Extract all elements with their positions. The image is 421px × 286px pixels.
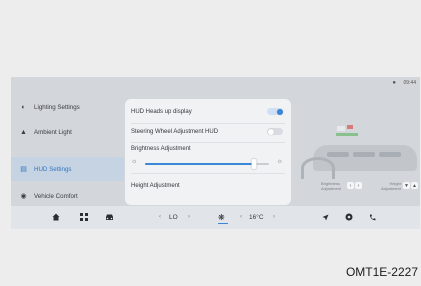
height-adjust-label: Height Adjustment [131, 183, 180, 189]
hud-projection-icon [336, 125, 358, 136]
fan-indicator [218, 223, 228, 224]
preview-brightness-label: Brightness Adjustment [321, 181, 342, 191]
sidebar-item-label: Lighting Settings [34, 103, 80, 111]
brightness-label: Brightness Adjustment [131, 146, 191, 152]
bottom-bar: ‹ LO › ❋ ‹ 16°C › [11, 206, 420, 229]
brightness-decrease-button[interactable]: ‹ [347, 182, 354, 189]
divider [131, 142, 285, 143]
hud-display-label: HUD Heads up display [131, 109, 192, 115]
sidebar-item-lighting-settings[interactable]: ◐ Lighting Settings [11, 95, 124, 119]
steering-wheel-graphic [301, 157, 335, 179]
steering-adjust-row: Steering Wheel Adjustment HUD [131, 128, 283, 135]
brightness-high-icon: ☼ [276, 158, 283, 165]
brightness-increase-button[interactable]: › [355, 182, 362, 189]
home-icon[interactable] [52, 212, 60, 222]
slider-track[interactable] [145, 158, 269, 169]
brightness-slider[interactable]: ☼ ☼ [131, 158, 283, 169]
sidebar-item-label: Ambient Light [34, 128, 72, 136]
hud-icon: ▤ [20, 166, 27, 173]
fan-level: LO [169, 213, 178, 221]
fan-increase-button[interactable]: › [188, 212, 190, 222]
person-icon[interactable]: ● [392, 80, 396, 86]
toggle-knob [267, 128, 274, 135]
status-bar: ● 09:44 [11, 77, 420, 89]
dash-segment [353, 152, 375, 157]
car-icon[interactable] [105, 212, 114, 222]
sidebar-item-vehicle-comfort[interactable]: ◉ Vehicle Comfort [11, 184, 124, 208]
sidebar-item-ambient-light[interactable]: ▲ Ambient Light [11, 120, 124, 144]
hud-settings-panel: HUD Heads up display Steering Wheel Adju… [125, 99, 291, 205]
preview-height-label: Height Adjustment [380, 181, 401, 191]
fan-decrease-button[interactable]: ‹ [159, 212, 161, 222]
hud-display-row: HUD Heads up display [131, 108, 283, 115]
infotainment-screen: ● 09:44 ◐ Lighting Settings ▲ Ambient Li… [11, 77, 420, 229]
sidebar-item-label: HUD Settings [34, 165, 72, 173]
clock: 09:44 [403, 80, 416, 86]
steering-adjust-label: Steering Wheel Adjustment HUD [131, 129, 219, 135]
toggle-knob [276, 108, 283, 115]
navigation-icon[interactable] [322, 212, 329, 222]
temp-increase-button[interactable]: › [273, 212, 275, 222]
figure-code: OMT1E-2227 [345, 265, 418, 279]
sidebar-item-hud-settings[interactable]: ▤ HUD Settings [11, 157, 124, 181]
dash-segment [379, 152, 401, 157]
phone-icon[interactable] [369, 212, 376, 222]
fan-icon[interactable]: ❋ [218, 212, 225, 222]
media-icon[interactable] [345, 212, 353, 222]
hud-display-toggle[interactable] [267, 108, 283, 115]
brightness-low-icon: ☼ [131, 158, 138, 165]
sidebar: ◐ Lighting Settings ▲ Ambient Light ▤ HU… [11, 93, 124, 205]
height-up-button[interactable]: ▲ [411, 182, 418, 189]
temperature: 16°C [249, 213, 264, 221]
hud-preview: Brightness Adjustment ‹ › Height Adjustm… [301, 117, 420, 192]
sidebar-item-label: Vehicle Comfort [34, 192, 78, 200]
ambient-light-icon: ▲ [20, 128, 27, 136]
divider [131, 173, 285, 174]
apps-grid-icon[interactable] [80, 212, 88, 222]
divider [131, 123, 285, 124]
dash-segment [327, 152, 349, 157]
headlight-icon: ◐ [21, 103, 26, 111]
car-comfort-icon: ◉ [20, 193, 27, 200]
temp-decrease-button[interactable]: ‹ [240, 212, 242, 222]
slider-fill [145, 162, 255, 165]
height-down-button[interactable]: ▼ [403, 182, 410, 189]
steering-adjust-toggle[interactable] [267, 128, 283, 135]
slider-thumb[interactable] [251, 158, 257, 169]
